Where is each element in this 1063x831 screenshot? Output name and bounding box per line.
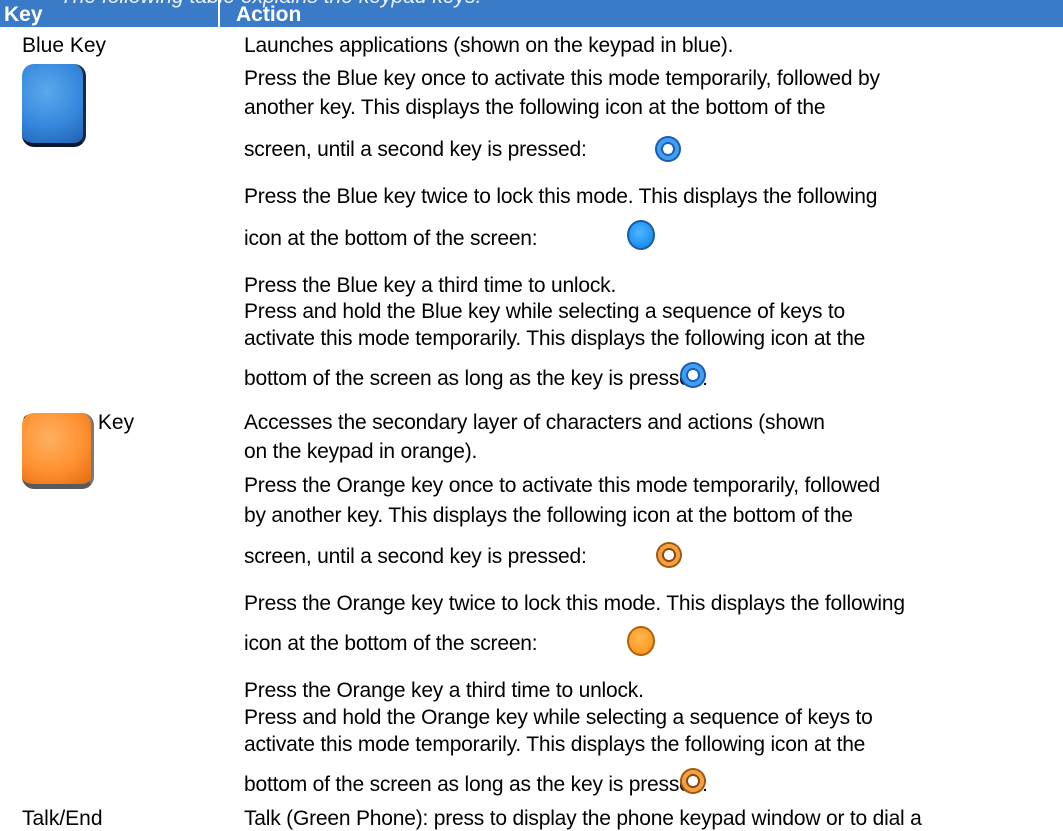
- blue-description: Launches applications (shown on the keyp…: [244, 34, 734, 57]
- orange-hold-line1: Press and hold the Orange key while sele…: [244, 706, 873, 729]
- orange-key-icon: [22, 413, 94, 489]
- blue-once-line3: screen, until a second key is pressed:: [244, 138, 587, 161]
- orange-third: Press the Orange key a third time to unl…: [244, 679, 644, 702]
- blue-hold-line1: Press and hold the Blue key while select…: [244, 300, 846, 323]
- orange-locked-mode-icon: [627, 626, 655, 656]
- blue-twice-line1: Press the Blue key twice to lock this mo…: [244, 185, 878, 208]
- orange-once-line3: screen, until a second key is pressed:: [244, 545, 587, 568]
- blue-hold-line3: bottom of the screen as long as the key …: [244, 367, 708, 390]
- orange-hold-line2: activate this mode temporarily. This dis…: [244, 733, 866, 756]
- table-header: The following table explains the keypad …: [0, 0, 1063, 27]
- column-header-action: Action: [236, 3, 302, 26]
- orange-once-line2: by another key. This displays the follow…: [244, 504, 853, 527]
- orange-twice-line2: icon at the bottom of the screen:: [244, 632, 538, 655]
- blue-hold-line2: activate this mode temporarily. This dis…: [244, 327, 866, 350]
- blue-key-icon: [22, 64, 86, 147]
- orange-twice-line1: Press the Orange key twice to lock this …: [244, 592, 905, 615]
- blue-momentary-mode-icon: [680, 362, 706, 388]
- key-label-blue: Blue Key: [22, 34, 107, 57]
- orange-description-line2: on the keypad in orange).: [244, 440, 478, 463]
- key-label-talk-end: Talk/End: [22, 807, 103, 830]
- orange-description-line1: Accesses the secondary layer of characte…: [244, 411, 825, 434]
- column-divider: [218, 0, 220, 27]
- orange-hold-line3: bottom of the screen as long as the key …: [244, 773, 708, 796]
- column-header-key: Key: [4, 3, 43, 26]
- blue-once-line1: Press the Blue key once to activate this…: [244, 67, 880, 90]
- blue-locked-mode-icon: [627, 220, 655, 250]
- orange-momentary-mode-icon: [680, 768, 706, 794]
- blue-twice-line2: icon at the bottom of the screen:: [244, 227, 538, 250]
- blue-once-line2: another key. This displays the following…: [244, 96, 826, 119]
- orange-temporary-mode-icon: [656, 542, 682, 568]
- orange-once-line1: Press the Orange key once to activate th…: [244, 474, 880, 497]
- blue-temporary-mode-icon: [655, 136, 681, 162]
- blue-third: Press the Blue key a third time to unloc…: [244, 274, 617, 297]
- talk-description-line1: Talk (Green Phone): press to display the…: [244, 807, 922, 830]
